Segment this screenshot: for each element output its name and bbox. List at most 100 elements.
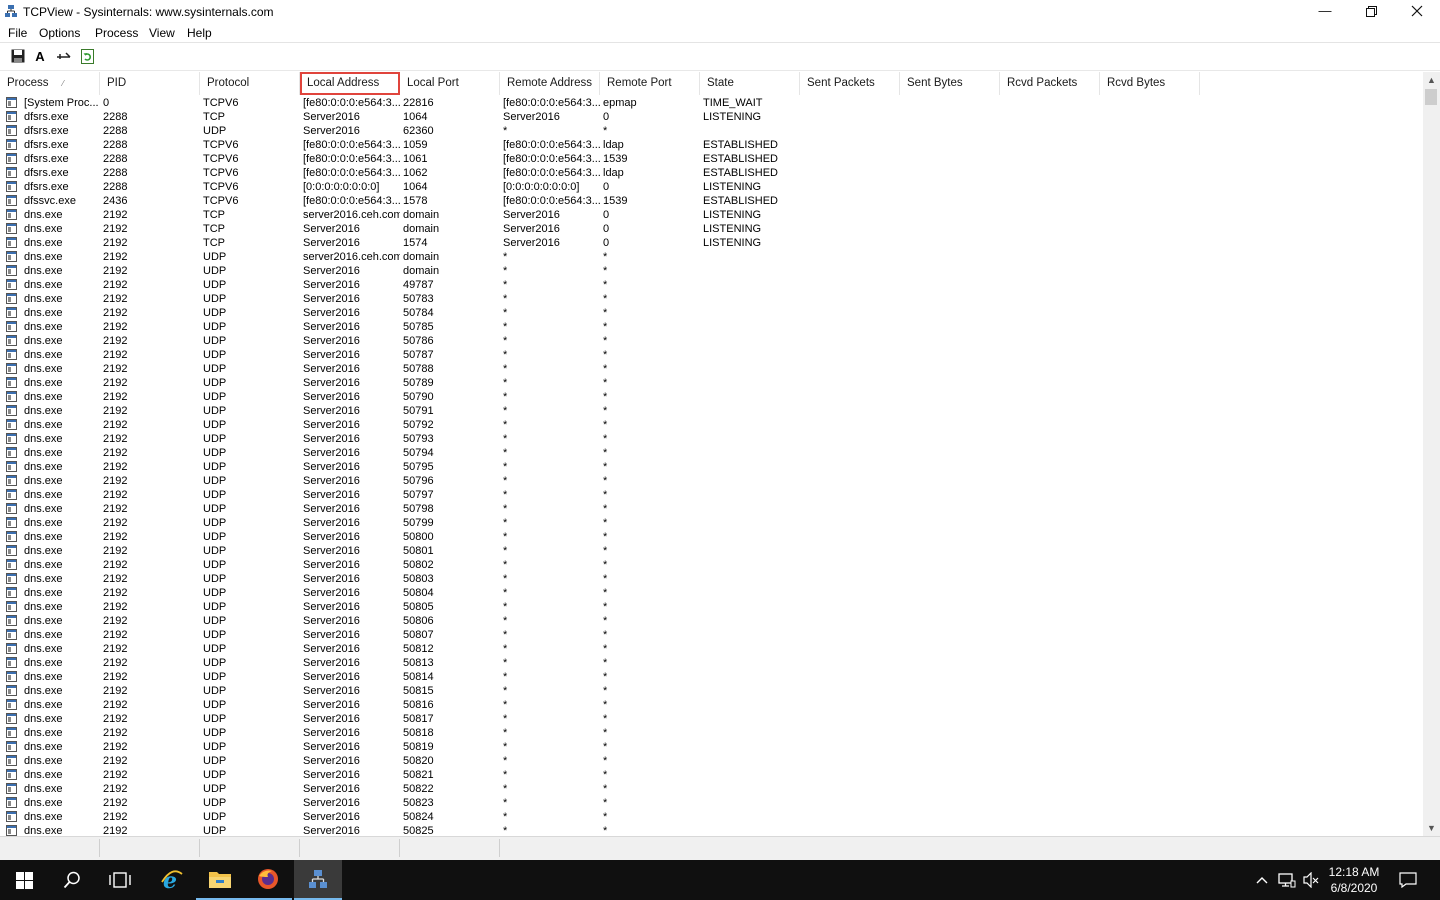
minimize-button[interactable]: —: [1302, 0, 1348, 23]
font-button[interactable]: A: [31, 47, 49, 65]
cell-process: dns.exe: [24, 447, 63, 459]
table-row[interactable]: dns.exe 2192 TCP Server2016 1574 Server2016 0 L…: [0, 236, 1422, 250]
action-center-button[interactable]: [1394, 860, 1422, 900]
table-row[interactable]: dns.exe 2192 UDP Server2016 50783 * *: [0, 292, 1422, 306]
table-row[interactable]: dns.exe 2192 UDP Server2016 50784 * *: [0, 306, 1422, 320]
search-button[interactable]: [48, 860, 96, 900]
table-row[interactable]: dns.exe 2192 UDP Server2016 49787 * *: [0, 278, 1422, 292]
table-row[interactable]: dns.exe 2192 UDP Server2016 50800 * *: [0, 530, 1422, 544]
table-row[interactable]: [System Proc... 0 TCPV6 [fe80:0:0:0:e564:3.…: [0, 96, 1422, 110]
table-row[interactable]: dns.exe 2192 UDP Server2016 50798 * *: [0, 502, 1422, 516]
column-header-protocol[interactable]: Protocol: [200, 72, 300, 95]
table-row[interactable]: dns.exe 2192 UDP Server2016 50806 * *: [0, 614, 1422, 628]
table-row[interactable]: dns.exe 2192 UDP Server2016 50820 * *: [0, 754, 1422, 768]
table-row[interactable]: dns.exe 2192 UDP Server2016 50801 * *: [0, 544, 1422, 558]
table-row[interactable]: dns.exe 2192 UDP Server2016 50794 * *: [0, 446, 1422, 460]
table-row[interactable]: dns.exe 2192 UDP Server2016 50786 * *: [0, 334, 1422, 348]
cell-remote-address: *: [503, 755, 508, 767]
table-row[interactable]: dns.exe 2192 UDP Server2016 50797 * *: [0, 488, 1422, 502]
menu-help[interactable]: Help: [187, 26, 212, 40]
column-header-local-address[interactable]: Local Address: [300, 72, 400, 95]
menu-process[interactable]: Process: [95, 26, 138, 40]
scroll-down-icon[interactable]: ▼: [1423, 820, 1440, 836]
column-header-sent-packets[interactable]: Sent Packets: [800, 72, 900, 95]
table-row[interactable]: dfsrs.exe 2288 TCPV6 [fe80:0:0:0:e564:3... 1…: [0, 166, 1422, 180]
table-row[interactable]: dns.exe 2192 UDP Server2016 50816 * *: [0, 698, 1422, 712]
table-row[interactable]: dns.exe 2192 UDP Server2016 50814 * *: [0, 670, 1422, 684]
process-icon: [6, 811, 17, 822]
taskbar-internet-explorer[interactable]: e: [148, 860, 196, 900]
table-row[interactable]: dfsrs.exe 2288 TCPV6 [fe80:0:0:0:e564:3... 1…: [0, 152, 1422, 166]
scroll-thumb[interactable]: [1425, 89, 1437, 105]
table-row[interactable]: dns.exe 2192 UDP Server2016 50795 * *: [0, 460, 1422, 474]
table-row[interactable]: dns.exe 2192 UDP Server2016 50792 * *: [0, 418, 1422, 432]
table-row[interactable]: dfsrs.exe 2288 UDP Server2016 62360 * *: [0, 124, 1422, 138]
table-row[interactable]: dns.exe 2192 UDP Server2016 50802 * *: [0, 558, 1422, 572]
table-row[interactable]: dfsrs.exe 2288 TCPV6 [fe80:0:0:0:e564:3... 1…: [0, 138, 1422, 152]
cell-process: dns.exe: [24, 741, 63, 753]
menu-view[interactable]: View: [149, 26, 175, 40]
column-header-sent-bytes[interactable]: Sent Bytes: [900, 72, 1000, 95]
refresh-button[interactable]: [79, 47, 97, 65]
menu-file[interactable]: File: [8, 26, 27, 40]
table-row[interactable]: dfssvc.exe 2436 TCPV6 [fe80:0:0:0:e564:3...…: [0, 194, 1422, 208]
column-header-remote-address[interactable]: Remote Address: [500, 72, 600, 95]
table-row[interactable]: dns.exe 2192 UDP Server2016 50796 * *: [0, 474, 1422, 488]
table-row[interactable]: dns.exe 2192 UDP Server2016 50805 * *: [0, 600, 1422, 614]
process-icon: [6, 363, 17, 374]
column-header-rcvd-packets[interactable]: Rcvd Packets: [1000, 72, 1100, 95]
column-header-state[interactable]: State: [700, 72, 800, 95]
taskbar-tcpview[interactable]: [294, 860, 342, 900]
taskbar-file-explorer[interactable]: [196, 860, 244, 900]
taskbar-firefox[interactable]: [244, 860, 292, 900]
scroll-up-icon[interactable]: ▲: [1423, 72, 1440, 88]
table-row[interactable]: dns.exe 2192 UDP Server2016 50785 * *: [0, 320, 1422, 334]
column-header-remote-port[interactable]: Remote Port: [600, 72, 700, 95]
table-row[interactable]: dns.exe 2192 UDP Server2016 50788 * *: [0, 362, 1422, 376]
table-row[interactable]: dfsrs.exe 2288 TCP Server2016 1064 Server2016…: [0, 110, 1422, 124]
table-row[interactable]: dns.exe 2192 UDP Server2016 50799 * *: [0, 516, 1422, 530]
save-button[interactable]: [9, 47, 27, 65]
cell-protocol: UDP: [203, 349, 227, 361]
table-row[interactable]: dns.exe 2192 UDP Server2016 50823 * *: [0, 796, 1422, 810]
column-header-process[interactable]: Process ⁄: [0, 72, 100, 95]
table-row[interactable]: dns.exe 2192 TCP Server2016 domain Server2016…: [0, 222, 1422, 236]
table-row[interactable]: dns.exe 2192 UDP Server2016 50815 * *: [0, 684, 1422, 698]
restore-button[interactable]: [1348, 0, 1394, 23]
resolve-addresses-button[interactable]: [55, 47, 73, 65]
table-row[interactable]: dns.exe 2192 UDP Server2016 50821 * *: [0, 768, 1422, 782]
table-row[interactable]: dns.exe 2192 UDP Server2016 domain * *: [0, 264, 1422, 278]
table-row[interactable]: dns.exe 2192 UDP Server2016 50825 * *: [0, 824, 1422, 836]
table-row[interactable]: dns.exe 2192 UDP Server2016 50789 * *: [0, 376, 1422, 390]
volume-tray-button[interactable]: [1300, 860, 1322, 900]
column-header-rcvd-bytes[interactable]: Rcvd Bytes: [1100, 72, 1200, 95]
table-row[interactable]: dns.exe 2192 UDP server2016.ceh.com domain * *: [0, 250, 1422, 264]
column-header-local-port[interactable]: Local Port: [400, 72, 500, 95]
close-button[interactable]: [1394, 0, 1440, 23]
network-tray-button[interactable]: [1276, 860, 1298, 900]
table-row[interactable]: dns.exe 2192 UDP Server2016 50817 * *: [0, 712, 1422, 726]
cell-pid: 2192: [103, 797, 128, 809]
table-row[interactable]: dns.exe 2192 UDP Server2016 50807 * *: [0, 628, 1422, 642]
table-row[interactable]: dns.exe 2192 UDP Server2016 50812 * *: [0, 642, 1422, 656]
table-row[interactable]: dns.exe 2192 UDP Server2016 50803 * *: [0, 572, 1422, 586]
table-row[interactable]: dns.exe 2192 UDP Server2016 50824 * *: [0, 810, 1422, 824]
vertical-scrollbar[interactable]: ▲ ▼: [1423, 72, 1440, 836]
start-button[interactable]: [0, 860, 48, 900]
column-header-pid[interactable]: PID: [100, 72, 200, 95]
system-clock[interactable]: 12:18 AM 6/8/2020: [1322, 864, 1386, 896]
table-row[interactable]: dns.exe 2192 UDP Server2016 50819 * *: [0, 740, 1422, 754]
table-row[interactable]: dns.exe 2192 UDP Server2016 50818 * *: [0, 726, 1422, 740]
task-view-button[interactable]: [96, 860, 144, 900]
table-row[interactable]: dns.exe 2192 UDP Server2016 50790 * *: [0, 390, 1422, 404]
table-row[interactable]: dns.exe 2192 UDP Server2016 50787 * *: [0, 348, 1422, 362]
table-row[interactable]: dns.exe 2192 UDP Server2016 50822 * *: [0, 782, 1422, 796]
table-row[interactable]: dns.exe 2192 UDP Server2016 50813 * *: [0, 656, 1422, 670]
table-row[interactable]: dns.exe 2192 UDP Server2016 50793 * *: [0, 432, 1422, 446]
menu-options[interactable]: Options: [39, 26, 80, 40]
table-row[interactable]: dfsrs.exe 2288 TCPV6 [0:0:0:0:0:0:0:0] 1064 […: [0, 180, 1422, 194]
table-row[interactable]: dns.exe 2192 UDP Server2016 50791 * *: [0, 404, 1422, 418]
table-row[interactable]: dns.exe 2192 TCP server2016.ceh.com domain Se…: [0, 208, 1422, 222]
table-row[interactable]: dns.exe 2192 UDP Server2016 50804 * *: [0, 586, 1422, 600]
show-hidden-icons-button[interactable]: [1252, 860, 1272, 900]
